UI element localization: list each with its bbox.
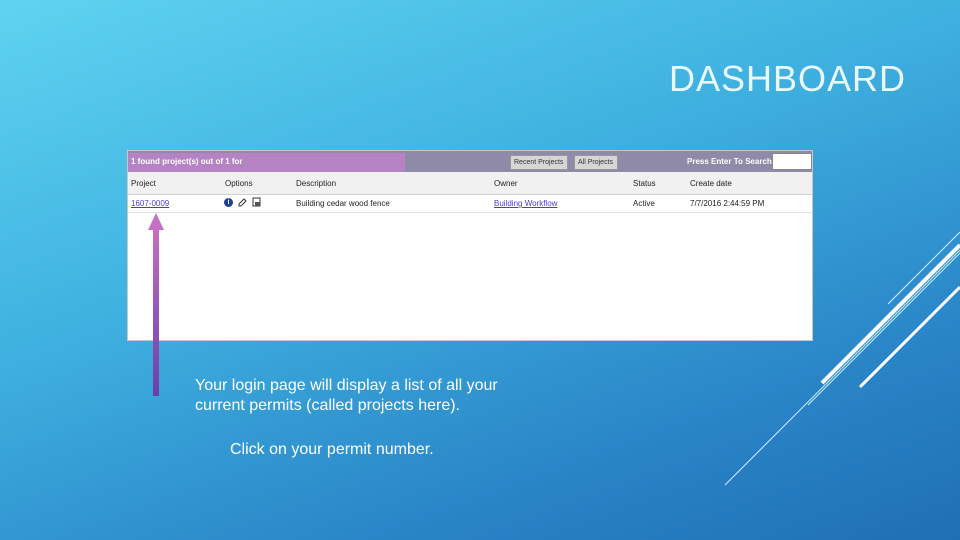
- arrow-shaft: [153, 228, 159, 396]
- caption-line-2: current permits (called projects here).: [195, 397, 460, 414]
- caption-line-1: Your login page will display a list of a…: [195, 377, 498, 394]
- caption-text: Your login page will display a list of a…: [195, 376, 498, 416]
- arrow-head: [148, 213, 164, 230]
- caption-instruction: Click on your permit number.: [230, 441, 434, 458]
- pointer-arrow: [148, 213, 164, 396]
